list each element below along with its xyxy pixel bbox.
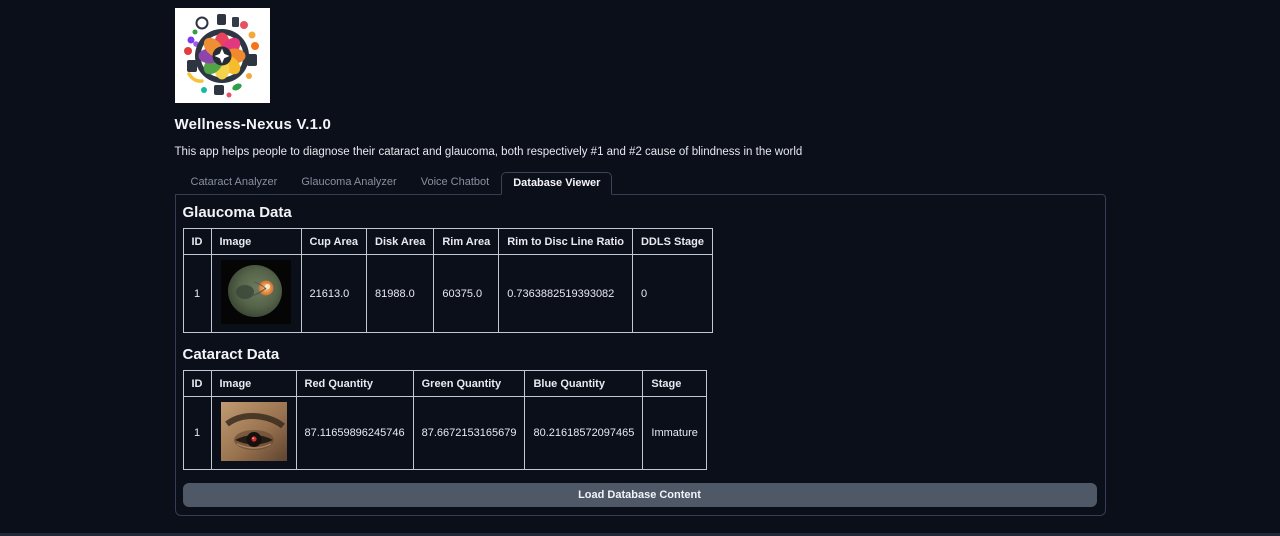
glaucoma-section-heading: Glaucoma Data <box>182 204 292 221</box>
eye-closeup-image <box>220 402 287 461</box>
cell-cup-area: 21613.0 <box>300 254 367 333</box>
glaucoma-table-row: 1 21613.0 81988.0 60375.0 0.736388251939… <box>182 254 713 333</box>
retinal-fundus-image <box>220 260 291 324</box>
cell-stage: Immature <box>642 396 707 470</box>
column-header-blue-quantity: Blue Quantity <box>524 370 644 397</box>
column-header-image: Image <box>210 370 297 397</box>
database-viewer-panel: Glaucoma Data ID Image Cup Area Disk Are… <box>174 194 1106 516</box>
cell-green-quantity: 87.6672153165679 <box>412 396 526 470</box>
page-title: Wellness-Nexus V.1.0 <box>174 116 332 133</box>
cell-blue-quantity: 80.21618572097465 <box>524 396 644 470</box>
cell-rim-to-disc-line-ratio: 0.7363882519393082 <box>498 254 633 333</box>
load-database-button[interactable]: Load Database Content <box>182 483 1097 507</box>
column-header-id: ID <box>182 370 212 397</box>
tab-bar: Cataract Analyzer Glaucoma Analyzer Voic… <box>175 171 1106 195</box>
cell-red-quantity: 87.11659896245746 <box>295 396 414 470</box>
column-header-rim-area: Rim Area <box>433 228 500 255</box>
cell-id: 1 <box>182 254 212 333</box>
cell-image <box>210 254 302 333</box>
tab-voice-chatbot[interactable]: Voice Chatbot <box>409 171 502 194</box>
column-header-image: Image <box>210 228 302 255</box>
cell-rim-area: 60375.0 <box>433 254 500 333</box>
app-page: Wellness-Nexus V.1.0 This app helps peop… <box>0 0 1280 536</box>
app-description: This app helps people to diagnose their … <box>174 146 803 158</box>
cataract-table: ID Image Red Quantity Green Quantity Blu… <box>182 370 707 470</box>
column-header-rim-to-disc-line-ratio: Rim to Disc Line Ratio <box>498 228 633 255</box>
wellness-wheel-logo-icon <box>174 8 270 103</box>
tab-cataract-analyzer[interactable]: Cataract Analyzer <box>179 171 290 194</box>
cataract-header-row: ID Image Red Quantity Green Quantity Blu… <box>182 370 707 397</box>
column-header-cup-area: Cup Area <box>300 228 367 255</box>
column-header-red-quantity: Red Quantity <box>295 370 414 397</box>
cataract-section-heading: Cataract Data <box>182 346 280 363</box>
cell-disk-area: 81988.0 <box>365 254 435 333</box>
column-header-green-quantity: Green Quantity <box>412 370 526 397</box>
tab-glaucoma-analyzer[interactable]: Glaucoma Analyzer <box>289 171 408 194</box>
app-logo <box>174 8 270 103</box>
cell-id: 1 <box>182 396 212 470</box>
column-header-stage: Stage <box>642 370 707 397</box>
column-header-ddls-stage: DDLS Stage <box>631 228 713 255</box>
cell-image <box>210 396 297 470</box>
app-container: Wellness-Nexus V.1.0 This app helps peop… <box>174 0 1106 516</box>
column-header-id: ID <box>182 228 212 255</box>
column-header-disk-area: Disk Area <box>365 228 435 255</box>
glaucoma-header-row: ID Image Cup Area Disk Area Rim Area Rim… <box>182 228 713 255</box>
cell-ddls-stage: 0 <box>631 254 713 333</box>
tab-database-viewer[interactable]: Database Viewer <box>501 172 613 195</box>
glaucoma-table: ID Image Cup Area Disk Area Rim Area Rim… <box>182 228 713 333</box>
cataract-table-row: 1 87.11659896245746 87.6672153165679 80.… <box>182 396 707 470</box>
